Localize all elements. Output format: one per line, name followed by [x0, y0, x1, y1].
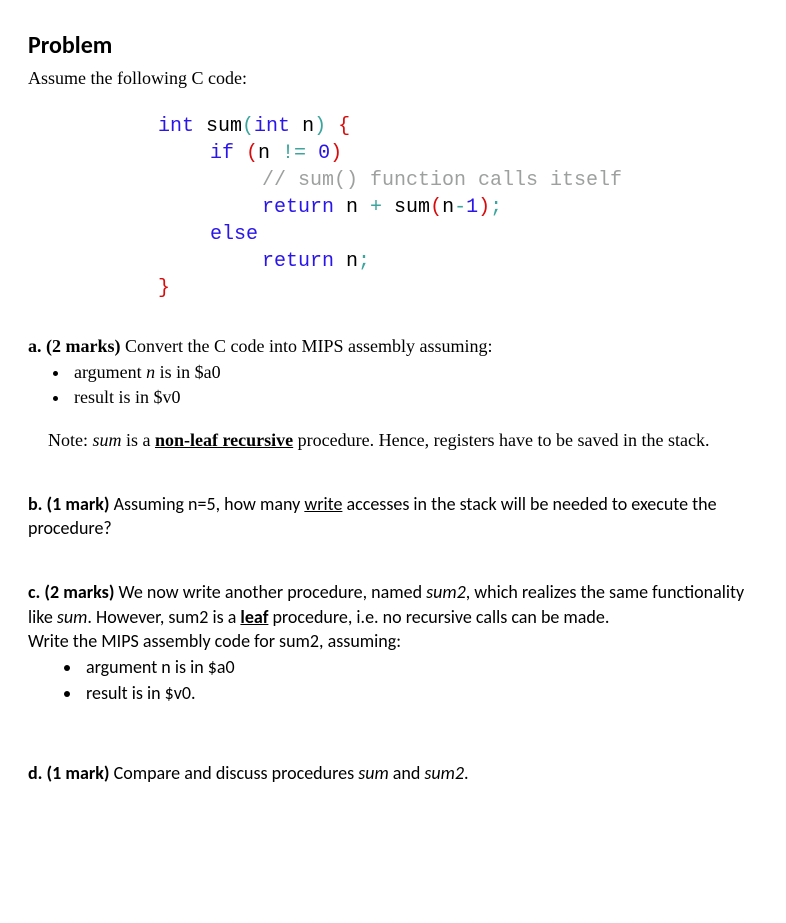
note-sum: sum	[93, 430, 122, 450]
keyword-return: return	[262, 250, 334, 273]
keyword-int: int	[158, 115, 194, 138]
var-n: n	[258, 142, 282, 165]
operator-minus: -	[454, 196, 466, 219]
note-post: procedure. Hence, registers have to be s…	[293, 430, 709, 450]
part-b: b. (1 mark) Assuming n=5, how many write…	[28, 492, 758, 541]
bullet-pre: argument	[74, 362, 146, 382]
part-c: c. (2 marks) We now write another proced…	[28, 580, 758, 704]
part-a: a. (2 marks) Convert the C code into MIP…	[28, 334, 758, 452]
paren-open: (	[246, 142, 258, 165]
code-line-7: }	[158, 275, 758, 302]
part-c-post: procedure, i.e. no recursive calls can b…	[268, 606, 609, 628]
code-line-2: if (n != 0)	[158, 140, 758, 167]
keyword-if: if	[210, 142, 246, 165]
note-nonleaf: non-leaf recursive	[155, 430, 293, 450]
part-a-text: Convert the C code into MIPS assembly as…	[121, 336, 493, 356]
part-d-and: and	[389, 762, 425, 784]
part-b-text-pre: Assuming n=5, how many	[110, 493, 305, 515]
part-d-sum2: sum2	[424, 762, 464, 784]
part-d-sum: sum	[358, 762, 389, 784]
part-a-question: a. (2 marks) Convert the C code into MIP…	[28, 334, 758, 358]
operator-neq: !=	[282, 142, 318, 165]
code-line-3-comment: // sum() function calls itself	[158, 167, 758, 194]
note-mid: is a	[122, 430, 156, 450]
part-c-sum: sum	[57, 606, 88, 628]
semicolon: ;	[358, 250, 370, 273]
part-d-marks: (1 mark)	[47, 762, 110, 784]
part-a-bullets: argument n is in $a0 result is in $v0	[28, 360, 758, 410]
var-n-italic: n	[146, 362, 155, 382]
func-sum: sum	[382, 196, 430, 219]
part-d-label: d.	[28, 762, 42, 784]
brace-close: }	[158, 277, 170, 300]
part-d: d. (1 mark) Compare and discuss procedur…	[28, 761, 758, 785]
part-d-pre: Compare and discuss procedures	[110, 762, 359, 784]
code-line-1: int sum(int n) {	[158, 113, 758, 140]
part-b-label: b.	[28, 493, 42, 515]
problem-heading: Problem	[28, 30, 758, 62]
note-pre: Note:	[48, 430, 93, 450]
part-b-write: write	[304, 493, 342, 515]
part-c-leaf: leaf	[240, 606, 268, 628]
func-name: sum	[194, 115, 242, 138]
part-d-end: .	[464, 762, 469, 784]
keyword-else: else	[210, 223, 258, 246]
expr-n: n	[334, 196, 370, 219]
operator-plus: +	[370, 196, 382, 219]
part-c-bullet-2: result is in $v0.	[82, 681, 758, 705]
param-n: n	[290, 115, 314, 138]
part-c-mid2: . However, sum2 is a	[87, 606, 240, 628]
part-c-bullets: argument n is in $a0 result is in $v0.	[28, 655, 758, 705]
literal-one: 1	[466, 196, 478, 219]
paren-open: (	[242, 115, 254, 138]
paren-open: (	[430, 196, 442, 219]
part-a-bullet-2: result is in $v0	[70, 385, 758, 409]
var-n: n	[334, 250, 358, 273]
part-c-line2: Write the MIPS assembly code for sum2, a…	[28, 629, 758, 653]
part-a-note: Note: sum is a non-leaf recursive proced…	[48, 428, 758, 452]
part-c-marks: (2 marks)	[44, 581, 114, 603]
literal-zero: 0	[318, 142, 330, 165]
part-a-bullet-1: argument n is in $a0	[70, 360, 758, 384]
part-c-sum2: sum2	[426, 581, 466, 603]
brace-open: {	[326, 115, 350, 138]
paren-close: )	[478, 196, 490, 219]
keyword-return: return	[262, 196, 334, 219]
keyword-int: int	[254, 115, 290, 138]
arg-n: n	[442, 196, 454, 219]
semicolon: ;	[490, 196, 502, 219]
part-c-label: c.	[28, 581, 40, 603]
part-a-label: a.	[28, 336, 42, 356]
paren-close: )	[330, 142, 342, 165]
code-block: int sum(int n) { if (n != 0) // sum() fu…	[158, 113, 758, 302]
paren-close: )	[314, 115, 326, 138]
part-c-line1: c. (2 marks) We now write another proced…	[28, 580, 758, 629]
part-b-marks: (1 mark)	[47, 493, 110, 515]
bullet-post: is in $a0	[155, 362, 221, 382]
intro-text: Assume the following C code:	[28, 66, 758, 90]
part-a-marks: (2 marks)	[46, 336, 121, 356]
code-line-6: return n;	[158, 248, 758, 275]
part-c-bullet-1: argument n is in $a0	[82, 655, 758, 679]
code-line-4: return n + sum(n-1);	[158, 194, 758, 221]
part-c-pre: We now write another procedure, named	[114, 581, 426, 603]
code-line-5: else	[158, 221, 758, 248]
